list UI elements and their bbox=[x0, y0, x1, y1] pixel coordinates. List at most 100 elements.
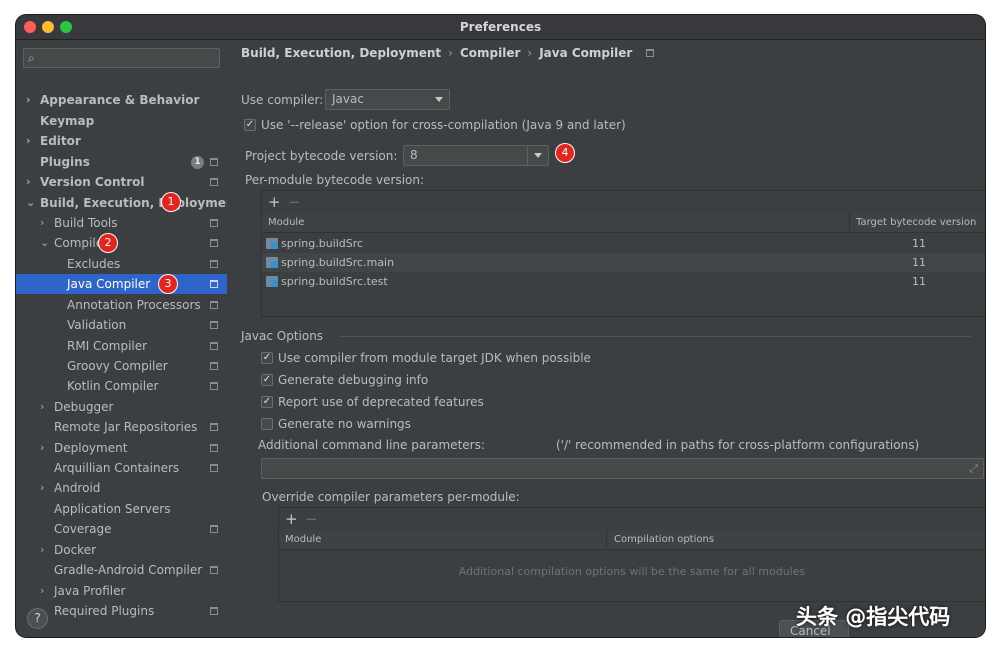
add-module-button[interactable]: + bbox=[268, 195, 281, 210]
chevron-down-icon bbox=[534, 153, 542, 158]
column-divider bbox=[849, 213, 850, 233]
sidebar-item-label: Plugins bbox=[40, 155, 90, 169]
module-icon bbox=[266, 238, 278, 249]
sidebar-item-plugins[interactable]: Plugins 1 bbox=[16, 152, 227, 172]
sidebar-item-debugger[interactable]: › Debugger bbox=[16, 397, 227, 417]
column-divider bbox=[606, 530, 607, 550]
sidebar-item-android[interactable]: › Android bbox=[16, 478, 227, 498]
sidebar-item-docker[interactable]: › Docker bbox=[16, 540, 227, 560]
sidebar-item-label: Appearance & Behavior bbox=[40, 93, 200, 107]
sidebar-item-label: Required Plugins bbox=[54, 604, 155, 618]
chevron-right-icon: › bbox=[26, 93, 31, 106]
sidebar-item-annotation-processors[interactable]: Annotation Processors bbox=[16, 295, 227, 315]
use-compiler-dropdown[interactable]: Javac bbox=[325, 89, 450, 110]
per-module-bytecode-label: Per-module bytecode version: bbox=[245, 173, 425, 187]
module-column-header[interactable]: Module bbox=[268, 213, 304, 233]
search-icon: ⌕ bbox=[28, 51, 35, 65]
compilation-options-column-header[interactable]: Compilation options bbox=[614, 530, 714, 550]
sidebar-item-label: Groovy Compiler bbox=[67, 359, 168, 373]
sidebar-item-version-control[interactable]: › Version Control bbox=[16, 172, 227, 192]
sidebar-item-keymap[interactable]: Keymap bbox=[16, 111, 227, 131]
sidebar-item-arquillian-containers[interactable]: Arquillian Containers bbox=[16, 458, 227, 478]
debug-info-label: Generate debugging info bbox=[278, 373, 429, 387]
breadcrumb-item[interactable]: Compiler bbox=[460, 46, 520, 60]
sidebar-item-build-tools[interactable]: › Build Tools bbox=[16, 213, 227, 233]
module-bytecode-table-panel: + − Module Target bytecode version sprin… bbox=[261, 190, 985, 317]
sidebar-item-appearance-behavior[interactable]: › Appearance & Behavior bbox=[16, 90, 227, 110]
sidebar-item-excludes[interactable]: Excludes bbox=[16, 254, 227, 274]
no-warnings-checkbox[interactable] bbox=[261, 418, 273, 430]
use-module-jdk-checkbox[interactable]: ✓ bbox=[261, 352, 273, 364]
chevron-down-icon: ⌄ bbox=[26, 196, 36, 209]
use-module-jdk-label: Use compiler from module target JDK when… bbox=[278, 351, 591, 365]
sidebar-item-remote-jar-repositories[interactable]: Remote Jar Repositories bbox=[16, 417, 227, 437]
target-version: 11 bbox=[912, 256, 926, 269]
sidebar-item-compiler[interactable]: ⌄ Compiler bbox=[16, 233, 227, 253]
settings-search-input[interactable]: ⌕ bbox=[23, 48, 220, 68]
sidebar-item-deployment[interactable]: › Deployment bbox=[16, 438, 227, 458]
window-title: Preferences bbox=[459, 20, 542, 34]
sidebar-item-label: Build Tools bbox=[54, 216, 118, 230]
project-settings-icon bbox=[210, 219, 218, 227]
sidebar-item-gradle-android-compiler[interactable]: Gradle-Android Compiler bbox=[16, 560, 227, 580]
project-settings-icon bbox=[210, 423, 218, 431]
breadcrumb-item[interactable]: Build, Execution, Deployment bbox=[241, 46, 441, 60]
breadcrumb-separator: › bbox=[448, 46, 453, 60]
sidebar-item-label: Kotlin Compiler bbox=[67, 379, 159, 393]
expand-icon[interactable]: ⤢ bbox=[969, 462, 978, 476]
target-version-column-header[interactable]: Target bytecode version bbox=[856, 213, 976, 233]
chevron-right-icon: › bbox=[40, 584, 45, 597]
sidebar-item-label: Android bbox=[54, 481, 101, 495]
bytecode-version-value: 8 bbox=[410, 148, 418, 162]
preferences-window: Preferences ⌕ › Appearance & Behavior Ke… bbox=[16, 15, 985, 637]
sidebar-item-java-profiler[interactable]: › Java Profiler bbox=[16, 581, 227, 601]
debug-info-checkbox[interactable]: ✓ bbox=[261, 374, 273, 386]
project-settings-icon bbox=[210, 260, 218, 268]
sidebar-item-groovy-compiler[interactable]: Groovy Compiler bbox=[16, 356, 227, 376]
sidebar-item-kotlin-compiler[interactable]: Kotlin Compiler bbox=[16, 376, 227, 396]
deprecated-features-checkbox[interactable]: ✓ bbox=[261, 396, 273, 408]
project-settings-icon bbox=[210, 301, 218, 309]
project-settings-icon bbox=[210, 158, 218, 166]
project-settings-icon bbox=[210, 178, 218, 186]
breadcrumb-item: Java Compiler bbox=[539, 46, 633, 60]
sidebar-item-editor[interactable]: › Editor bbox=[16, 131, 227, 151]
remove-override-button[interactable]: − bbox=[305, 512, 318, 527]
sidebar-item-label: Build, Execution, Deployment bbox=[40, 196, 227, 210]
sidebar-item-application-servers[interactable]: Application Servers bbox=[16, 499, 227, 519]
project-settings-icon bbox=[210, 321, 218, 329]
target-version: 11 bbox=[912, 275, 926, 288]
remove-module-button[interactable]: − bbox=[288, 195, 301, 210]
add-override-button[interactable]: + bbox=[285, 512, 298, 527]
dropdown-divider bbox=[527, 146, 528, 165]
module-name: spring.buildSrc.main bbox=[281, 256, 395, 269]
sidebar-item-java-compiler[interactable]: Java Compiler bbox=[16, 274, 227, 294]
javac-options-section-title: Javac Options bbox=[241, 329, 324, 343]
breadcrumb: Build, Execution, Deployment › Compiler › Ja… bbox=[241, 45, 655, 61]
project-settings-icon bbox=[210, 362, 218, 370]
use-compiler-label: Use compiler: bbox=[241, 93, 324, 107]
java-compiler-settings-panel: Build, Execution, Deployment › Compiler › Ja… bbox=[227, 40, 985, 637]
sidebar-item-label: Validation bbox=[67, 318, 127, 332]
override-module-column-header[interactable]: Module bbox=[285, 530, 321, 550]
sidebar-item-rmi-compiler[interactable]: RMI Compiler bbox=[16, 336, 227, 356]
table-row[interactable]: spring.buildSrc 11 bbox=[262, 234, 985, 253]
sidebar-item-label: Excludes bbox=[67, 257, 121, 271]
additional-params-input[interactable]: ⤢ bbox=[261, 458, 984, 479]
table-row[interactable]: spring.buildSrc.test 11 bbox=[262, 272, 985, 291]
project-settings-icon bbox=[210, 382, 218, 390]
sidebar-item-build-execution-deployment[interactable]: ⌄ Build, Execution, Deployment bbox=[16, 193, 227, 213]
help-button[interactable]: ? bbox=[27, 608, 48, 629]
no-warnings-label: Generate no warnings bbox=[278, 417, 411, 431]
title-bar: Preferences bbox=[16, 15, 985, 40]
module-table-header: Module Target bytecode version bbox=[262, 213, 985, 233]
bytecode-version-dropdown[interactable]: 8 bbox=[403, 145, 549, 166]
release-option-checkbox[interactable]: ✓ bbox=[244, 119, 256, 131]
settings-sidebar: ⌕ › Appearance & Behavior Keymap › Edito… bbox=[16, 40, 227, 637]
override-params-label: Override compiler parameters per-module: bbox=[262, 490, 520, 504]
sidebar-item-coverage[interactable]: Coverage bbox=[16, 519, 227, 539]
table-row[interactable]: spring.buildSrc.main 11 bbox=[262, 253, 985, 272]
project-settings-icon bbox=[210, 280, 218, 288]
sidebar-item-label: RMI Compiler bbox=[67, 339, 148, 353]
sidebar-item-validation[interactable]: Validation bbox=[16, 315, 227, 335]
